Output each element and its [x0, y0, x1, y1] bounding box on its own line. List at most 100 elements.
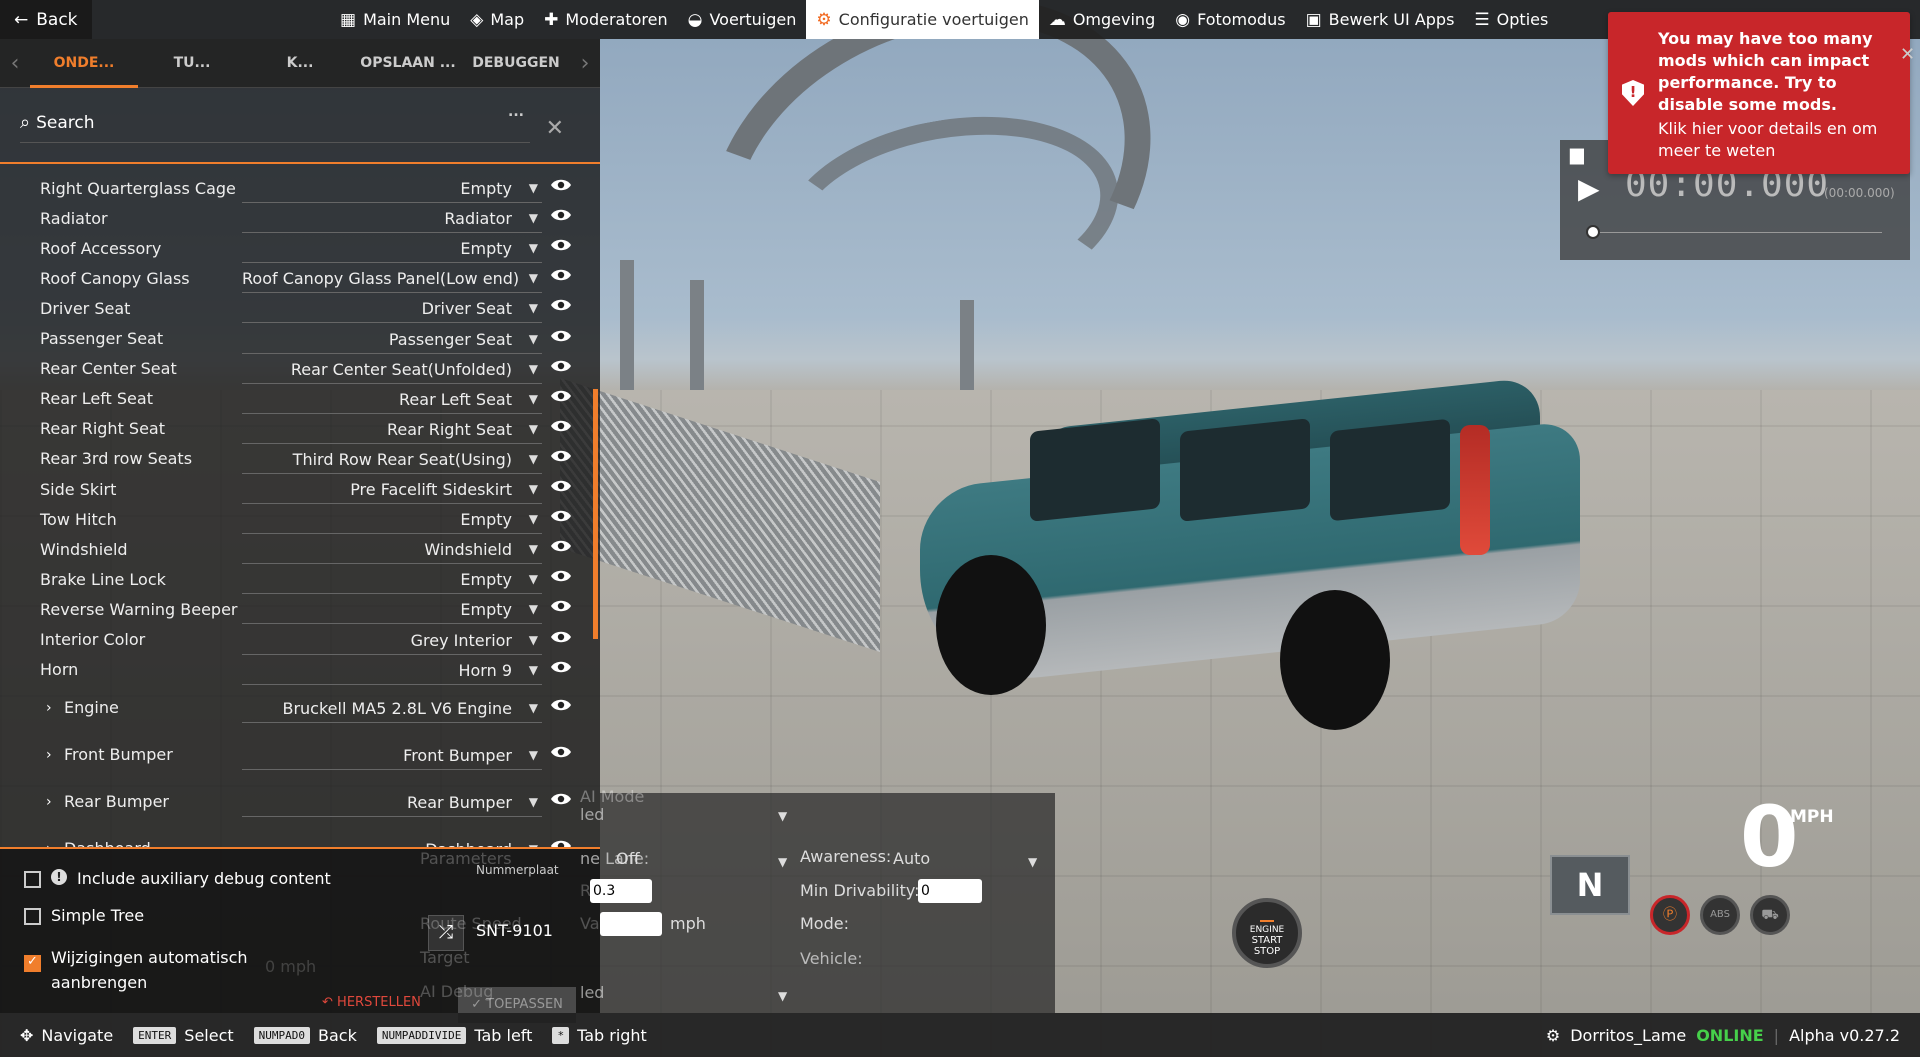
menu-main-menu[interactable]: ▦ Main Menu	[330, 0, 460, 39]
chevron-right-icon[interactable]: ›	[46, 700, 52, 716]
part-dropdown[interactable]: Windshield ▼	[242, 534, 542, 565]
aux-debug-option[interactable]: ! Include auxiliary debug content	[24, 869, 331, 888]
eye-icon[interactable]	[550, 569, 572, 583]
eye-icon[interactable]	[550, 298, 572, 312]
eye-icon[interactable]	[550, 208, 572, 222]
back-button[interactable]: ← Back	[0, 0, 92, 39]
chevron-down-icon[interactable]: ▼	[529, 633, 538, 647]
part-row[interactable]: Roof Accessory Empty ▼	[0, 233, 580, 264]
eye-icon[interactable]	[550, 449, 572, 463]
chevron-down-icon[interactable]: ▼	[778, 809, 787, 823]
chevron-down-icon[interactable]: ▼	[529, 602, 538, 616]
menu-configuratie-voertuigen[interactable]: ⚙ Configuratie voertuigen	[806, 0, 1039, 39]
chevron-down-icon[interactable]: ▼	[529, 332, 538, 346]
part-row[interactable]: Passenger Seat Passenger Seat ▼	[0, 324, 580, 354]
part-row[interactable]: Side Skirt Pre Facelift Sideskirt ▼	[0, 474, 580, 504]
mods-warning-toast[interactable]: ! You may have too many mods which can i…	[1608, 12, 1910, 174]
part-dropdown[interactable]: Rear Right Seat ▼	[242, 414, 542, 444]
tab-tuning[interactable]: TU...	[138, 39, 246, 88]
part-dropdown[interactable]: Empty ▼	[242, 504, 542, 535]
folder-icon[interactable]: ▆	[1570, 144, 1584, 165]
tab-color[interactable]: K...	[246, 39, 354, 88]
route-speed-input[interactable]	[600, 912, 662, 936]
simple-tree-option[interactable]: Simple Tree	[24, 906, 144, 925]
part-dropdown[interactable]: Empty ▼	[242, 173, 542, 203]
close-icon[interactable]: ✕	[546, 116, 564, 141]
chevron-down-icon[interactable]: ▼	[529, 482, 538, 496]
eye-icon[interactable]	[550, 745, 572, 759]
eye-icon[interactable]	[550, 792, 572, 806]
part-dropdown[interactable]: Roof Canopy Glass Panel(Low end) ▼	[242, 263, 542, 294]
part-dropdown[interactable]: Driver Seat ▼	[242, 293, 542, 324]
part-dropdown[interactable]: Rear Center Seat(Unfolded) ▼	[242, 354, 542, 384]
chevron-down-icon[interactable]: ▼	[778, 989, 787, 1003]
parts-scrollbar[interactable]	[593, 389, 598, 639]
eye-icon[interactable]	[550, 329, 572, 343]
eye-icon[interactable]	[550, 599, 572, 613]
chevron-down-icon[interactable]: ▼	[529, 181, 538, 195]
chevron-down-icon[interactable]: ▼	[529, 422, 538, 436]
warning-link[interactable]: Klik hier voor details en om meer te wet…	[1658, 118, 1896, 162]
chevron-down-icon[interactable]: ▼	[529, 301, 538, 315]
chevron-down-icon[interactable]: ▼	[529, 572, 538, 586]
part-row[interactable]: Rear Left Seat Rear Left Seat ▼	[0, 384, 580, 414]
part-row[interactable]: Horn Horn 9 ▼	[0, 655, 580, 685]
engine-start-stop-button[interactable]: ENGINE START STOP	[1232, 898, 1302, 968]
menu-omgeving[interactable]: ☁ Omgeving	[1039, 0, 1165, 39]
menu-moderatoren[interactable]: ✚ Moderatoren	[534, 0, 678, 39]
part-dropdown[interactable]: Empty ▼	[242, 564, 542, 595]
auto-apply-option[interactable]: Wijzigingen automatisch aanbrengen	[24, 945, 248, 995]
part-dropdown[interactable]: Grey Interior ▼	[242, 625, 542, 655]
part-row[interactable]: Brake Line Lock Empty ▼	[0, 564, 580, 595]
aux-debug-checkbox[interactable]	[24, 871, 41, 888]
chevron-down-icon[interactable]: ▼	[1028, 855, 1037, 869]
simple-tree-checkbox[interactable]	[24, 908, 41, 925]
part-row[interactable]: Rear Center Seat Rear Center Seat(Unfolde…	[0, 354, 580, 384]
part-dropdown[interactable]: Passenger Seat ▼	[242, 324, 542, 354]
part-dropdown[interactable]: Front Bumper ▼	[242, 740, 542, 770]
chevron-down-icon[interactable]: ▼	[529, 795, 538, 809]
part-dropdown[interactable]: Radiator ▼	[242, 203, 542, 234]
part-group-row[interactable]: › Front Bumper Front Bumper ▼	[0, 740, 580, 770]
reset-button[interactable]: ↶ HERSTELLEN	[322, 995, 421, 1010]
lane-value[interactable]: Off	[616, 849, 640, 868]
eye-icon[interactable]	[550, 660, 572, 674]
menu-opties[interactable]: ☰ Opties	[1464, 0, 1558, 39]
part-dropdown[interactable]: Bruckell MA5 2.8L V6 Engine ▼	[242, 693, 542, 723]
eye-icon[interactable]	[550, 419, 572, 433]
eye-icon[interactable]	[550, 238, 572, 252]
chevron-right-icon[interactable]: ›	[570, 51, 600, 76]
eye-icon[interactable]	[550, 479, 572, 493]
part-dropdown[interactable]: Rear Left Seat ▼	[242, 384, 542, 414]
chevron-down-icon[interactable]: ▼	[529, 392, 538, 406]
part-dropdown[interactable]: Pre Facelift Sideskirt ▼	[242, 474, 542, 504]
auto-apply-checkbox[interactable]	[24, 954, 41, 972]
chevron-right-icon[interactable]: ›	[46, 794, 52, 810]
eye-icon[interactable]	[550, 359, 572, 373]
eye-icon[interactable]	[550, 630, 572, 644]
replay-timeline[interactable]	[1592, 232, 1882, 233]
chevron-down-icon[interactable]: ▼	[529, 241, 538, 255]
chevron-down-icon[interactable]: ▼	[529, 512, 538, 526]
replay-scrubber[interactable]	[1586, 225, 1600, 239]
part-dropdown[interactable]: Empty ▼	[242, 594, 542, 625]
part-dropdown[interactable]: Third Row Rear Seat(Using) ▼	[242, 444, 542, 474]
chevron-down-icon[interactable]: ▼	[529, 452, 538, 466]
part-row[interactable]: Roof Canopy Glass Roof Canopy Glass Panel…	[0, 263, 580, 294]
chevron-down-icon[interactable]: ▼	[529, 701, 538, 715]
chevron-down-icon[interactable]: ▼	[529, 271, 538, 285]
eye-icon[interactable]	[550, 268, 572, 282]
eye-icon[interactable]	[550, 539, 572, 553]
part-row[interactable]: Driver Seat Driver Seat ▼	[0, 293, 580, 324]
chevron-down-icon[interactable]: ▼	[778, 855, 787, 869]
part-row[interactable]: Interior Color Grey Interior ▼	[0, 625, 580, 655]
part-row[interactable]: Rear 3rd row Seats Third Row Rear Seat(Us…	[0, 444, 580, 474]
menu-map[interactable]: ◈ Map	[460, 0, 534, 39]
part-dropdown[interactable]: Horn 9 ▼	[242, 655, 542, 685]
risk-input[interactable]: 0.3	[590, 879, 652, 903]
menu-fotomodus[interactable]: ◉ Fotomodus	[1165, 0, 1295, 39]
eye-icon[interactable]	[550, 698, 572, 712]
eye-icon[interactable]	[550, 389, 572, 403]
menu-voertuigen[interactable]: ◒ Voertuigen	[678, 0, 807, 39]
chevron-down-icon[interactable]: ▼	[529, 748, 538, 762]
